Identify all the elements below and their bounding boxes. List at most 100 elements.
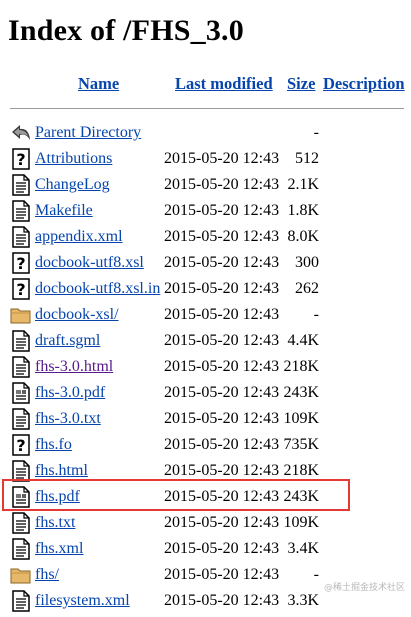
last-modified: 2015-05-20 12:43 [164, 436, 280, 453]
file-row: ChangeLog 2015-05-20 12:43 2.1K [0, 172, 411, 198]
layout-file-icon[interactable] [10, 382, 32, 404]
last-modified: 2015-05-20 12:43 [164, 306, 280, 323]
file-link[interactable]: fhs-3.0.txt [35, 410, 101, 428]
text-file-icon[interactable] [10, 590, 32, 612]
last-modified: 2015-05-20 12:43 [164, 358, 280, 375]
text-file-icon[interactable] [10, 200, 32, 222]
text-file-icon[interactable] [10, 174, 32, 196]
file-size: 218K [283, 358, 319, 375]
file-link[interactable]: Makefile [35, 202, 93, 220]
highlight-box [2, 479, 350, 511]
last-modified: 2015-05-20 12:43 [164, 176, 280, 193]
text-file-icon[interactable] [10, 330, 32, 352]
file-row: ? docbook-utf8.xsl 2015-05-20 12:43 300 [0, 250, 411, 276]
page-title: Index of /FHS_3.0 [8, 14, 244, 47]
back-icon[interactable] [10, 122, 32, 144]
svg-text:?: ? [16, 254, 25, 273]
text-file-icon[interactable] [10, 226, 32, 248]
file-link[interactable]: fhs.txt [35, 514, 75, 532]
unknown-file-icon[interactable]: ? [10, 434, 32, 456]
text-file-icon[interactable] [10, 538, 32, 560]
file-size: 8.0K [287, 228, 319, 245]
file-link[interactable]: draft.sgml [35, 332, 100, 350]
file-row: appendix.xml 2015-05-20 12:43 8.0K [0, 224, 411, 250]
file-size: - [313, 124, 319, 141]
file-row: ? Attributions 2015-05-20 12:43 512 [0, 146, 411, 172]
file-link[interactable]: fhs-3.0.html [35, 358, 113, 376]
file-size: 109K [283, 514, 319, 531]
last-modified: 2015-05-20 12:43 [164, 202, 280, 219]
parent-directory-row: Parent Directory - [0, 120, 411, 146]
file-link[interactable]: docbook-utf8.xsl [35, 254, 144, 272]
last-modified: 2015-05-20 12:43 [164, 384, 280, 401]
file-size: 4.4K [287, 332, 319, 349]
column-header-modified[interactable]: Last modified [175, 74, 273, 94]
file-row: fhs-3.0.pdf 2015-05-20 12:43 243K [0, 380, 411, 406]
file-row: draft.sgml 2015-05-20 12:43 4.4K [0, 328, 411, 354]
last-modified: 2015-05-20 12:43 [164, 540, 280, 557]
file-size: 3.4K [287, 540, 319, 557]
last-modified: 2015-05-20 12:43 [164, 150, 280, 167]
watermark: @稀土掘金技术社区 [323, 583, 405, 593]
file-size: 262 [295, 280, 319, 297]
file-size: 300 [295, 254, 319, 271]
text-file-icon[interactable] [10, 356, 32, 378]
unknown-file-icon[interactable]: ? [10, 278, 32, 300]
sort-by-name-link[interactable]: Name [78, 74, 119, 93]
file-row: fhs-3.0.html 2015-05-20 12:43 218K [0, 354, 411, 380]
column-header-size[interactable]: Size [287, 74, 315, 94]
last-modified: 2015-05-20 12:43 [164, 254, 280, 271]
svg-text:?: ? [16, 436, 25, 455]
file-link[interactable]: ChangeLog [35, 176, 110, 194]
unknown-file-icon[interactable]: ? [10, 148, 32, 170]
folder-icon[interactable] [10, 304, 32, 326]
file-size: - [313, 566, 319, 583]
last-modified: 2015-05-20 12:43 [164, 566, 280, 583]
file-size: 735K [283, 436, 319, 453]
unknown-file-icon[interactable]: ? [10, 252, 32, 274]
svg-text:?: ? [16, 150, 25, 169]
file-size: 2.1K [287, 176, 319, 193]
file-row: Makefile 2015-05-20 12:43 1.8K [0, 198, 411, 224]
folder-icon[interactable] [10, 564, 32, 586]
file-size: 109K [283, 410, 319, 427]
file-size: 512 [295, 150, 319, 167]
file-link[interactable]: fhs-3.0.pdf [35, 384, 105, 402]
file-link[interactable]: appendix.xml [35, 228, 123, 246]
file-link[interactable]: Parent Directory [35, 124, 141, 142]
file-link[interactable]: filesystem.xml [35, 592, 130, 610]
sort-by-size-link[interactable]: Size [287, 74, 315, 93]
last-modified: 2015-05-20 12:43 [164, 592, 280, 609]
file-link[interactable]: fhs.xml [35, 540, 83, 558]
last-modified: 2015-05-20 12:43 [164, 332, 280, 349]
last-modified: 2015-05-20 12:43 [164, 410, 280, 427]
file-link[interactable]: fhs.fo [35, 436, 72, 454]
file-link[interactable]: fhs.html [35, 462, 88, 480]
text-file-icon[interactable] [10, 512, 32, 534]
column-header-description[interactable]: Description [323, 74, 405, 94]
file-size: - [313, 306, 319, 323]
file-row: ? fhs.fo 2015-05-20 12:43 735K [0, 432, 411, 458]
file-row: fhs.xml 2015-05-20 12:43 3.4K [0, 536, 411, 562]
file-size: 3.3K [287, 592, 319, 609]
sort-by-modified-link[interactable]: Last modified [175, 74, 273, 93]
text-file-icon[interactable] [10, 408, 32, 430]
file-size: 218K [283, 462, 319, 479]
file-link[interactable]: fhs/ [35, 566, 59, 584]
last-modified: 2015-05-20 12:43 [164, 280, 280, 297]
sort-by-description-link[interactable]: Description [323, 74, 405, 93]
file-link[interactable]: Attributions [35, 150, 112, 168]
last-modified: 2015-05-20 12:43 [164, 462, 280, 479]
file-link[interactable]: docbook-xsl/ [35, 306, 119, 324]
column-header-name[interactable]: Name [78, 74, 119, 94]
file-link[interactable]: docbook-utf8.xsl.in [35, 280, 160, 298]
last-modified: 2015-05-20 12:43 [164, 514, 280, 531]
header-divider [10, 108, 404, 109]
file-row: ? docbook-utf8.xsl.in 2015-05-20 12:43 262 [0, 276, 411, 302]
svg-text:?: ? [16, 280, 25, 299]
file-row: docbook-xsl/2015-05-20 12:43 - [0, 302, 411, 328]
file-size: 1.8K [287, 202, 319, 219]
file-size: 243K [283, 384, 319, 401]
file-row: fhs.txt 2015-05-20 12:43 109K [0, 510, 411, 536]
file-row: fhs-3.0.txt 2015-05-20 12:43 109K [0, 406, 411, 432]
